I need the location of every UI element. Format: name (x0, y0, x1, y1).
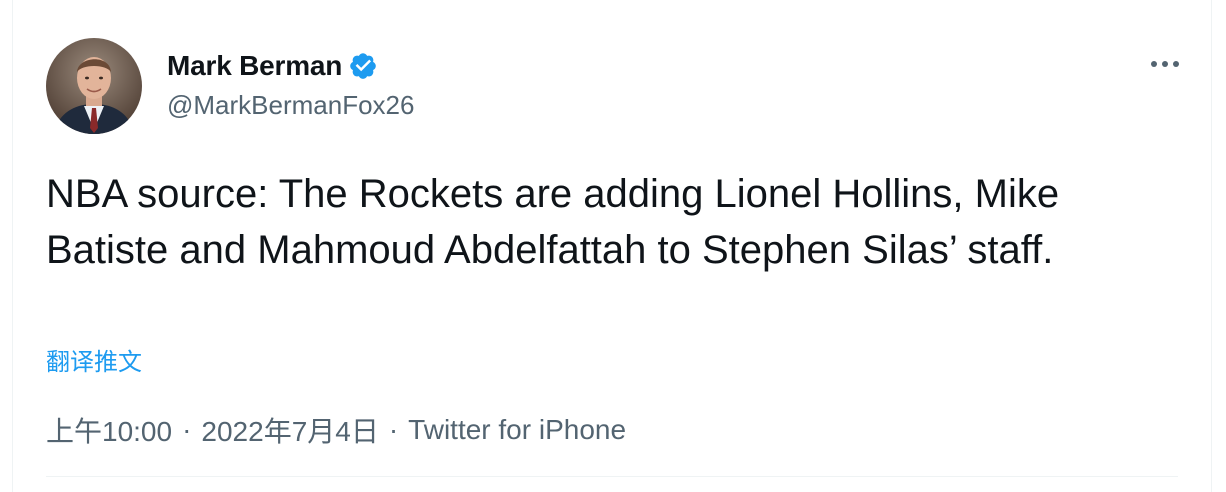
divider (46, 476, 1178, 477)
tweet-time[interactable]: 上午10:00 (46, 410, 172, 450)
meta-separator: · (388, 414, 399, 445)
more-options-icon (1151, 61, 1179, 67)
tweet-date[interactable]: 2022年7月4日 (201, 410, 378, 450)
author-name-row[interactable]: Mark Berman (167, 46, 378, 86)
author-name[interactable]: Mark Berman (167, 50, 342, 82)
tweet-source[interactable]: Twitter for iPhone (408, 414, 626, 446)
meta-separator: · (182, 414, 192, 445)
avatar[interactable] (46, 38, 142, 134)
verified-badge-icon (348, 51, 378, 81)
avatar-image (46, 38, 142, 134)
translate-tweet-link[interactable]: 翻译推文 (46, 342, 142, 377)
author-handle[interactable]: @MarkBermanFox26 (167, 90, 414, 121)
tweet-card: Mark Berman @MarkBermanFox26 NBA source:… (12, 0, 1212, 492)
tweet-text: NBA source: The Rockets are adding Lione… (46, 172, 1060, 272)
more-options-button[interactable] (1143, 46, 1187, 82)
tweet-metadata: 上午10:00 · 2022年7月4日 · Twitter for iPhone (46, 410, 626, 450)
